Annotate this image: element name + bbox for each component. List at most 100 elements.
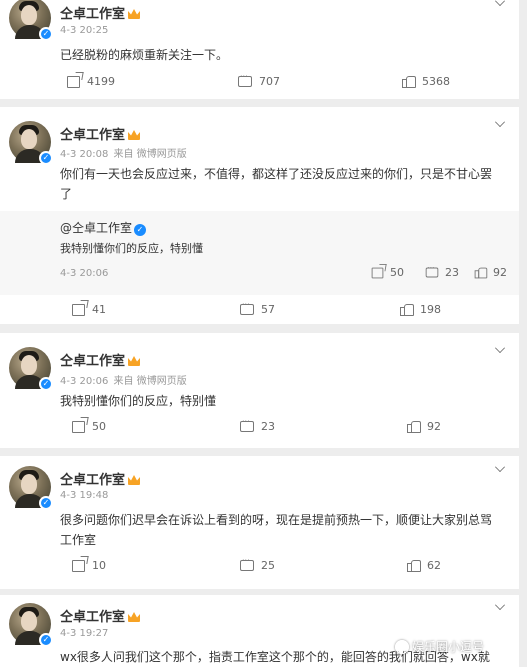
post-time[interactable]: 4-3 20:06 <box>60 376 108 387</box>
comment-button[interactable]: 57 <box>240 300 275 316</box>
comment-count: 25 <box>261 559 275 572</box>
comment-icon <box>240 556 254 571</box>
quoted-author[interactable]: @仝卓工作室 <box>60 221 132 235</box>
quoted-author-wrap: @仝卓工作室 ✓ <box>60 219 147 236</box>
like-count: 92 <box>493 266 507 279</box>
post-actions: 50 23 92 <box>0 417 519 440</box>
author-name[interactable]: 仝卓工作室 <box>60 354 125 369</box>
like-count: 5368 <box>422 75 450 88</box>
comment-icon <box>240 417 254 432</box>
author-name[interactable]: 仝卓工作室 <box>60 473 125 488</box>
verified-icon: ✓ <box>39 151 53 165</box>
like-count: 198 <box>420 303 441 316</box>
like-count: 62 <box>427 559 441 572</box>
verified-icon: ✓ <box>39 633 53 647</box>
share-icon <box>72 420 85 433</box>
share-button[interactable]: 41 <box>72 303 106 316</box>
quoted-time[interactable]: 4-3 20:06 <box>60 268 108 279</box>
post-card: ✓ 仝卓工作室 4-3 20:06 来自 微博网页版 我特别懂你们的反应，特别懂… <box>0 333 519 448</box>
author-name-wrap[interactable]: 仝卓工作室 <box>60 606 141 625</box>
share-count: 50 <box>390 266 404 279</box>
like-button[interactable]: 5368 <box>402 75 450 88</box>
avatar[interactable]: ✓ <box>9 0 53 41</box>
comment-count: 57 <box>261 303 275 316</box>
like-icon <box>407 420 421 433</box>
post-source: 来自 微博网页版 <box>113 149 187 160</box>
vip-crown-icon <box>128 130 141 140</box>
quoted-share-button[interactable]: 50 <box>371 266 404 279</box>
post-source: 来自 微博网页版 <box>113 376 187 387</box>
share-count: 4199 <box>87 75 115 88</box>
like-count: 92 <box>427 420 441 433</box>
comment-button[interactable]: 707 <box>238 72 280 88</box>
share-icon <box>72 303 85 316</box>
comment-icon <box>240 300 254 315</box>
watermark-logo-icon <box>395 639 409 654</box>
avatar[interactable]: ✓ <box>9 603 53 647</box>
quoted-like-button[interactable]: 92 <box>474 266 507 279</box>
post-time[interactable]: 4-3 19:27 <box>60 628 108 639</box>
chevron-down-icon[interactable] <box>495 462 505 472</box>
post-time-wrap: 4-3 20:25 <box>60 25 108 36</box>
avatar[interactable]: ✓ <box>9 466 53 510</box>
like-button[interactable]: 62 <box>407 559 441 572</box>
like-button[interactable]: 198 <box>400 303 441 316</box>
post-time-wrap: 4-3 20:06 来自 微博网页版 <box>60 372 187 387</box>
quoted-comment-button[interactable]: 23 <box>425 264 459 279</box>
share-count: 50 <box>92 420 106 433</box>
author-name-wrap[interactable]: 仝卓工作室 <box>60 350 141 369</box>
verified-icon: ✓ <box>39 27 53 41</box>
post-text: 我特别懂你们的反应，特别懂 <box>60 394 217 408</box>
share-button[interactable]: 10 <box>72 559 106 572</box>
post-time[interactable]: 4-3 19:48 <box>60 490 108 501</box>
chevron-down-icon[interactable] <box>495 600 505 610</box>
author-name[interactable]: 仝卓工作室 <box>60 610 125 625</box>
author-name[interactable]: 仝卓工作室 <box>60 128 125 143</box>
comment-count: 23 <box>261 420 275 433</box>
chevron-down-icon[interactable] <box>495 117 505 127</box>
post-time[interactable]: 4-3 20:08 <box>60 149 108 160</box>
post-actions: 4199 707 5368 <box>0 72 519 95</box>
vip-crown-icon <box>128 612 141 622</box>
comment-count: 707 <box>259 75 280 88</box>
post-text: 你们有一天也会反应过来，不值得，都这样了还没反应过来的你们，只是不甘心罢了 <box>60 167 493 201</box>
vip-crown-icon <box>128 356 141 366</box>
comment-button[interactable]: 23 <box>240 417 275 433</box>
post-time[interactable]: 4-3 20:25 <box>60 25 108 36</box>
author-name[interactable]: 仝卓工作室 <box>60 7 125 22</box>
like-icon <box>407 559 421 572</box>
comment-count: 23 <box>445 266 459 279</box>
share-count: 10 <box>92 559 106 572</box>
post-text: 已经脱粉的麻烦重新关注一下。 <box>60 48 229 62</box>
share-button[interactable]: 4199 <box>67 75 115 88</box>
author-name-wrap[interactable]: 仝卓工作室 <box>60 469 141 488</box>
chevron-down-icon[interactable] <box>495 0 505 6</box>
post-time-wrap: 4-3 19:48 <box>60 490 108 501</box>
vip-crown-icon <box>128 9 141 19</box>
watermark-text: 娱乐圈小逗号 <box>412 640 485 654</box>
quoted-post[interactable]: @仝卓工作室✓ 我特别懂你们的反应，特别懂 4-3 20:06 50 23 92 <box>0 211 519 295</box>
post-time-wrap: 4-3 19:27 <box>60 628 108 639</box>
verified-icon: ✓ <box>39 377 53 391</box>
weibo-feed: ✓ 仝卓工作室 4-3 20:25 已经脱粉的麻烦重新关注一下。 4199 70… <box>0 0 527 667</box>
avatar[interactable]: ✓ <box>9 121 53 165</box>
post-time-wrap: 4-3 20:08 来自 微博网页版 <box>60 145 187 160</box>
share-icon <box>72 559 85 572</box>
author-name-wrap[interactable]: 仝卓工作室 <box>60 124 141 143</box>
share-count: 41 <box>92 303 106 316</box>
comment-button[interactable]: 25 <box>240 556 275 572</box>
chevron-down-icon[interactable] <box>495 343 505 353</box>
quoted-text: 我特别懂你们的反应，特别懂 <box>60 242 203 255</box>
like-button[interactable]: 92 <box>407 420 441 433</box>
author-name-wrap[interactable]: 仝卓工作室 <box>60 3 141 22</box>
comment-icon <box>425 264 439 278</box>
comment-icon <box>238 72 252 87</box>
post-card: ✓ 仝卓工作室 4-3 19:27 wx很多人问我们这个那个，指责工作室这个那个… <box>0 595 519 667</box>
like-icon <box>400 303 414 316</box>
post-card: ✓ 仝卓工作室 4-3 19:48 很多问题你们迟早会在诉讼上看到的呀，现在是提… <box>0 456 519 589</box>
verified-icon: ✓ <box>134 224 147 236</box>
verified-icon: ✓ <box>39 496 53 510</box>
like-icon <box>474 267 488 278</box>
avatar[interactable]: ✓ <box>9 347 53 391</box>
share-button[interactable]: 50 <box>72 420 106 433</box>
